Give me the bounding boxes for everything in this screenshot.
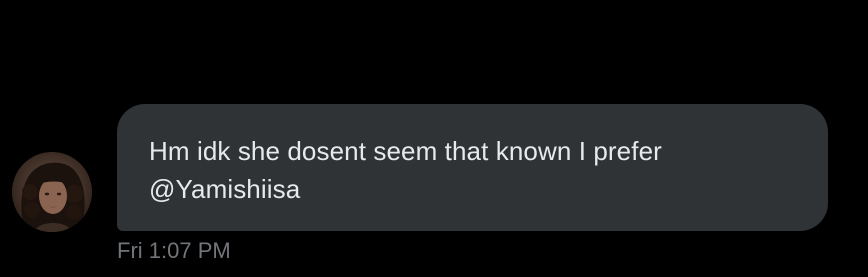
message-timestamp: Fri 1:07 PM: [117, 238, 231, 263]
sender-avatar[interactable]: [12, 152, 92, 232]
user-avatar-icon: [12, 152, 92, 232]
message-text: Hm idk she dosent seem that known I pref…: [149, 132, 796, 208]
message-text-line-1: Hm idk she dosent seem that known I pref…: [149, 136, 662, 166]
mention-link[interactable]: @Yamishiisa: [149, 174, 300, 204]
dm-conversation-view: Hm idk she dosent seem that known I pref…: [0, 0, 868, 277]
message-bubble[interactable]: Hm idk she dosent seem that known I pref…: [117, 104, 828, 231]
